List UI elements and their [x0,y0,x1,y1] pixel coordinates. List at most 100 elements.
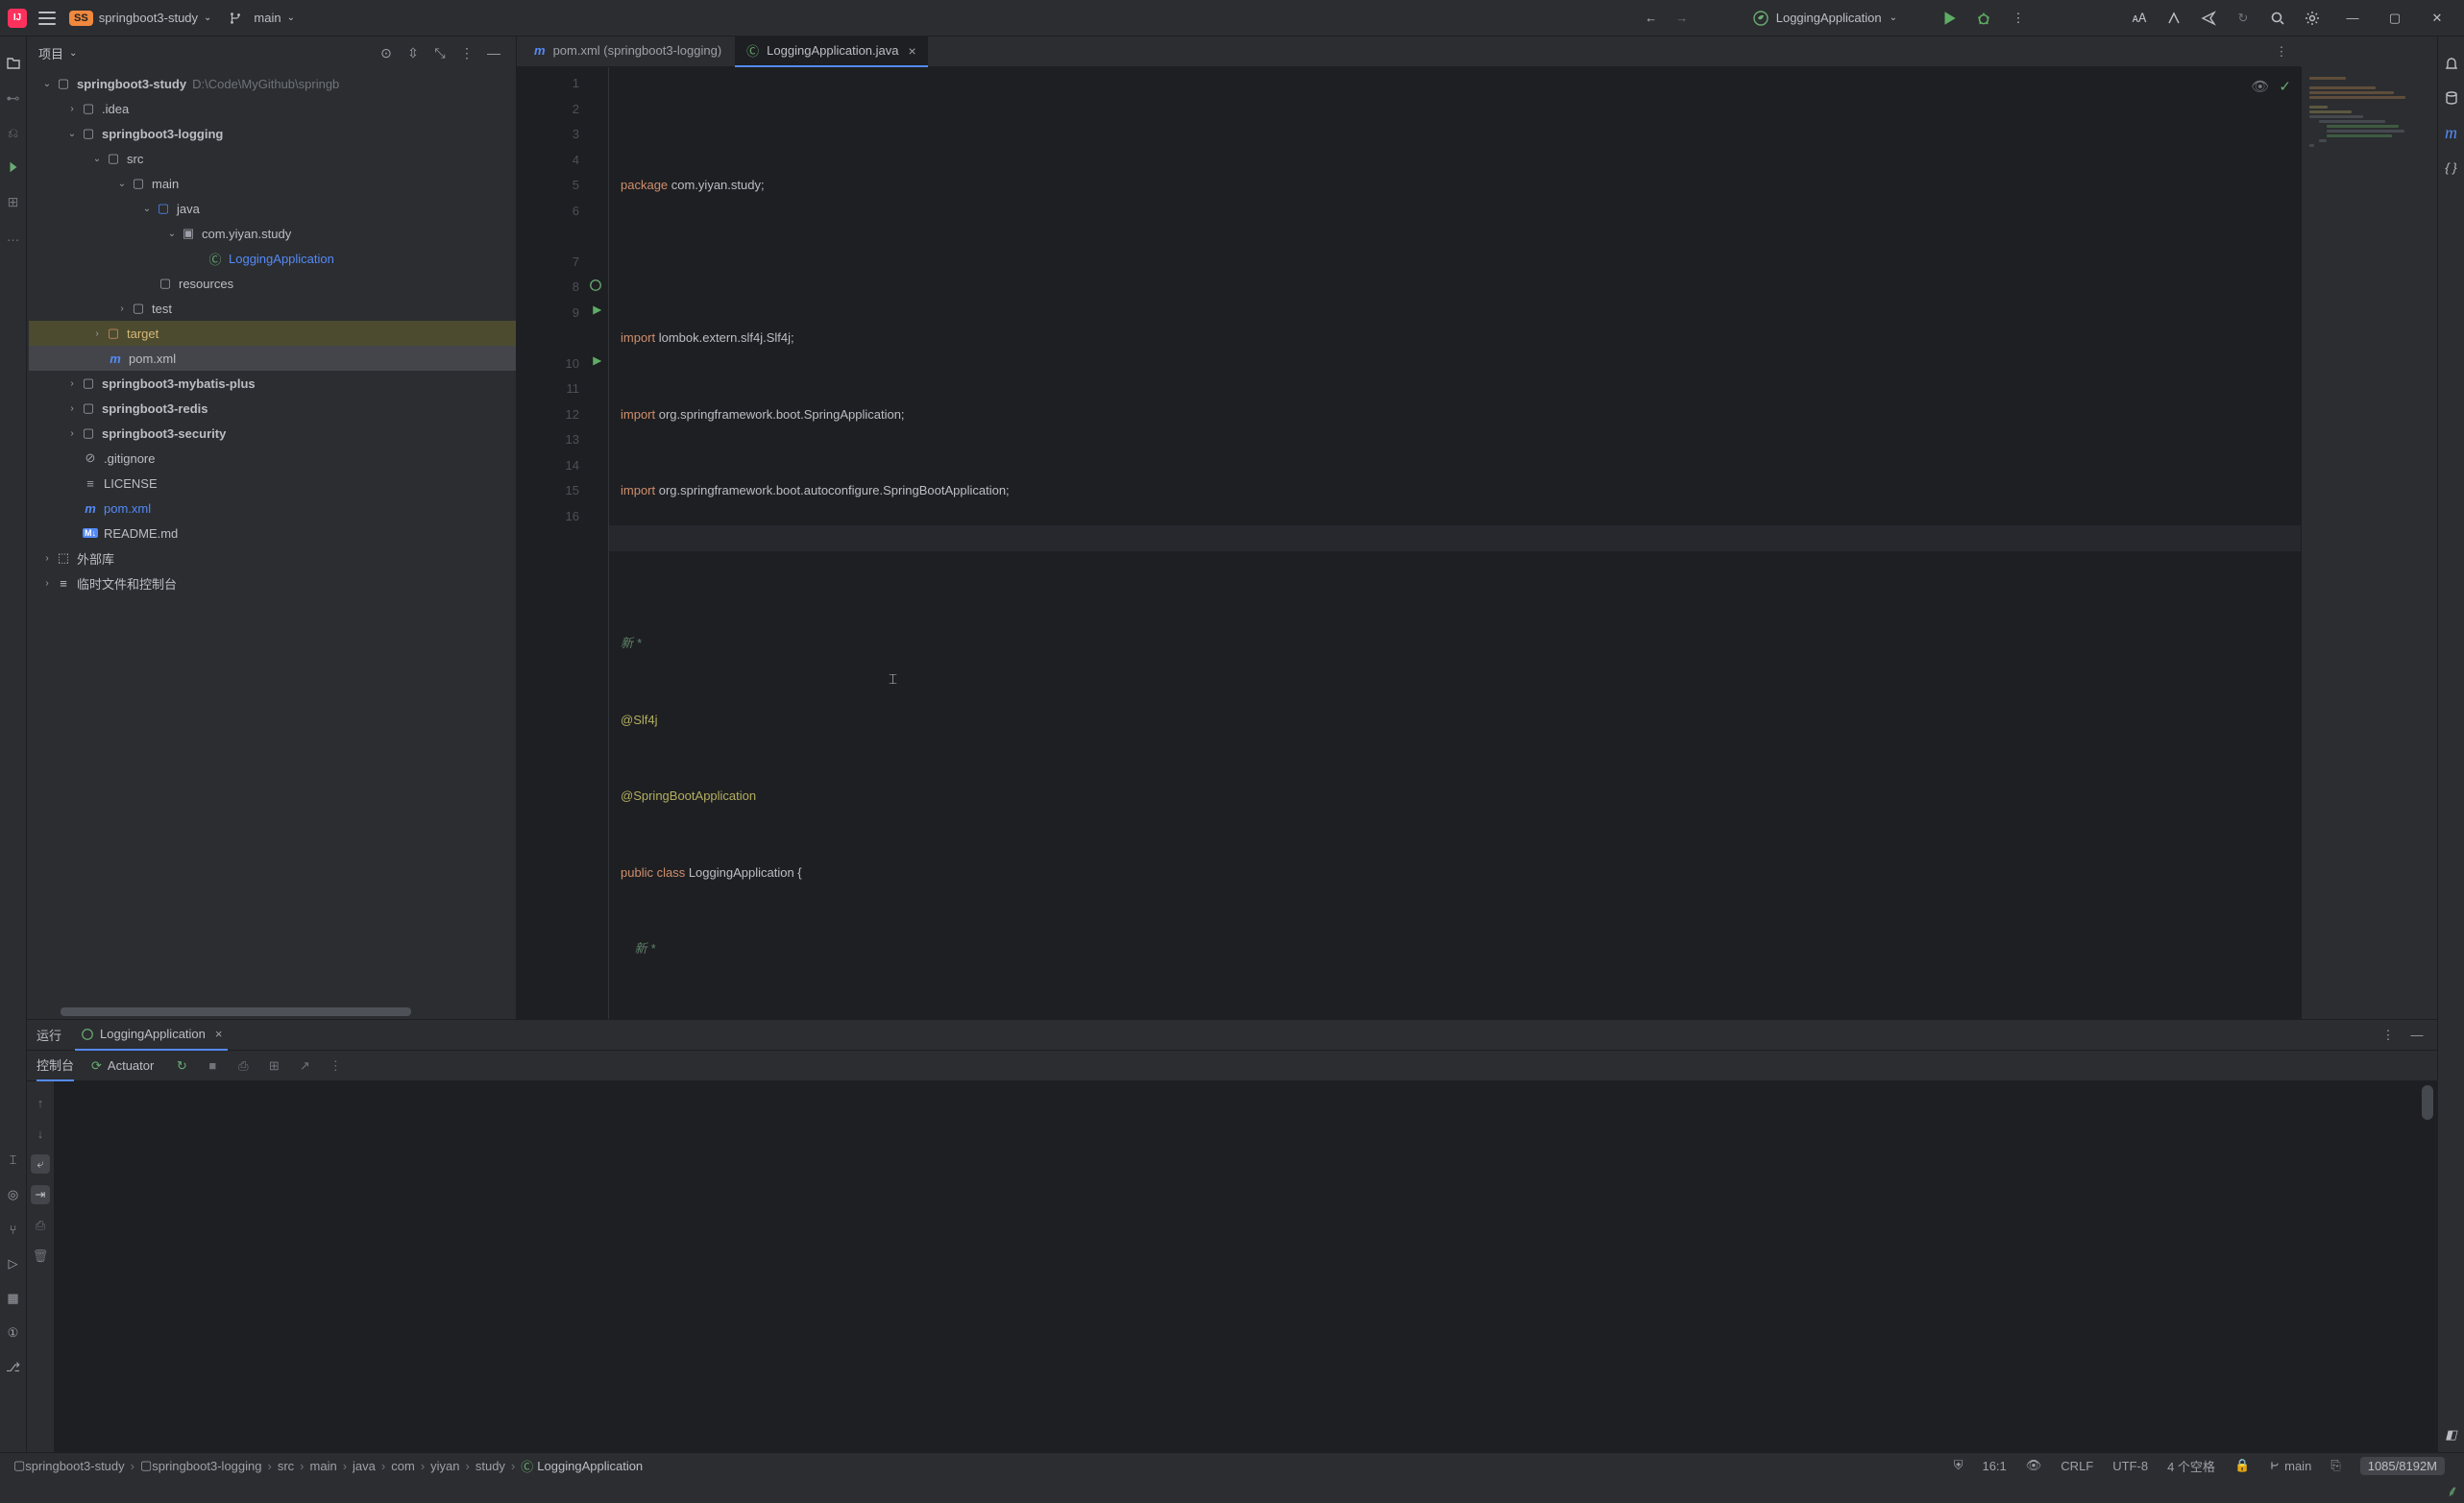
services-tool-icon[interactable]: ▦ [4,1289,23,1308]
vertical-scrollbar[interactable] [2422,1085,2433,1120]
close-button[interactable]: ✕ [2418,7,2456,30]
tree-file[interactable]: README.md [104,526,178,541]
chevron-down-icon[interactable]: ⌄ [287,12,295,23]
layout-icon[interactable]: ⊞ [263,1055,284,1077]
project-tool-icon[interactable] [4,54,23,73]
caret-position[interactable]: 16:1 [1982,1459,2006,1473]
actuator-tab[interactable]: ⟳Actuator [91,1051,154,1081]
terminal-tool-icon[interactable]: ⌶ [4,1151,23,1170]
rerun-icon[interactable]: ↻ [171,1055,192,1077]
tree-item[interactable]: resources [179,277,233,291]
gutter-bean-icon[interactable] [589,279,602,292]
maven-tool-icon[interactable]: m [2442,123,2461,142]
tree-external-libs[interactable]: 外部库 [77,549,114,568]
translate-icon[interactable]: 🗚 [2126,7,2153,30]
hide-toolwindow-icon[interactable]: — [483,42,504,63]
notifications-icon[interactable] [2442,54,2461,73]
chevron-down-icon[interactable]: ⌄ [204,12,211,23]
padlock-icon[interactable]: ⎘ [2330,1458,2340,1473]
tree-scratches[interactable]: 临时文件和控制台 [77,574,177,593]
hide-toolwindow-icon[interactable]: — [2406,1025,2427,1046]
database-tool-icon[interactable] [2442,88,2461,108]
soft-wrap-icon[interactable]: ⤶ [31,1154,50,1174]
line-separator[interactable]: CRLF [2061,1459,2093,1473]
close-tab-icon[interactable]: × [215,1027,223,1041]
clear-icon[interactable]: 🗑 [31,1247,50,1266]
chevron-down-icon[interactable]: ⌄ [69,48,77,59]
nav-back-button[interactable]: ← [1638,7,1665,30]
exit-icon[interactable]: ↗ [294,1055,315,1077]
search-icon[interactable] [2264,7,2291,30]
minimize-button[interactable]: — [2333,7,2372,30]
redo-icon[interactable]: ↻ [2230,7,2257,30]
stop-icon[interactable]: ■ [202,1055,223,1077]
reader-mode-icon[interactable]: 👁 [2251,75,2269,101]
dump-icon[interactable]: ⎙ [232,1055,254,1077]
inspection-ok-icon[interactable]: ✓ [2279,75,2291,101]
breadcrumb[interactable]: ▢ springboot3-study› ▢ springboot3-loggi… [10,1457,646,1475]
tree-item[interactable]: springboot3-security [102,426,226,441]
tree-item[interactable]: springboot3-redis [102,401,208,416]
vcs-tool-icon[interactable]: ⎇ [4,1358,23,1377]
tree-item[interactable]: main [152,177,179,191]
right-bottom-icon[interactable]: ◧ [2442,1425,2461,1444]
tree-item[interactable]: src [127,152,143,166]
tree-item[interactable]: test [152,302,172,316]
run-tab[interactable]: LoggingApplication × [75,1020,228,1051]
todo-tool-icon[interactable]: ① [4,1323,23,1343]
gradle-tool-icon[interactable]: { } [2442,158,2461,177]
tree-file[interactable]: LICENSE [104,476,158,491]
send-icon[interactable] [2195,7,2222,30]
locate-icon[interactable]: ⊙ [376,42,397,63]
tab-list-icon[interactable]: ⋮ [2270,40,2293,63]
expand-all-icon[interactable]: ⇳ [403,42,424,63]
more-actions-button[interactable]: ⋮ [2005,7,2032,30]
console-output[interactable] [54,1081,2437,1453]
tree-file-app[interactable]: LoggingApplication [229,252,334,266]
settings-icon[interactable] [2299,7,2326,30]
file-encoding[interactable]: UTF-8 [2112,1459,2148,1473]
git-tool-icon[interactable]: ⑂ [4,1220,23,1239]
more-tool-icon[interactable]: … [4,227,23,246]
more-icon[interactable]: ⋮ [325,1055,346,1077]
scroll-to-top-icon[interactable]: ↑ [31,1093,50,1112]
horizontal-scrollbar[interactable] [61,1007,411,1016]
print-icon[interactable]: ⎙ [31,1216,50,1235]
status-shield-icon[interactable]: ⛨ [1954,1458,1964,1473]
console-tab[interactable]: 控制台 [37,1051,74,1081]
bottom-leaf-icon[interactable]: ⸙ [2447,1480,2458,1501]
gutter-run-icon[interactable] [591,355,602,367]
run-settings-icon[interactable]: ⋮ [2378,1025,2399,1046]
scroll-output-icon[interactable]: ⇥ [31,1185,50,1204]
maximize-button[interactable]: ▢ [2376,7,2414,30]
debug-button[interactable] [1970,7,1997,30]
run-configuration[interactable]: LoggingApplication ⌄ [1745,9,1922,28]
git-branch-status[interactable]: main [2269,1459,2311,1473]
gutter-run-icon[interactable] [591,304,602,316]
run-button[interactable] [1936,7,1963,30]
toolwindow-settings-icon[interactable]: ⋮ [456,42,477,63]
collapse-all-icon[interactable]: ⤡ [429,42,451,63]
editor-code[interactable]: 👁 ✓ package com.yiyan.study; import lomb… [609,67,2301,1019]
tree-item[interactable]: com.yiyan.study [202,227,291,241]
tree-root[interactable]: springboot3-study [77,77,186,91]
structure-tool-icon[interactable] [4,158,23,177]
main-menu-icon[interactable] [38,12,56,25]
branch-name[interactable]: main [254,11,281,25]
editor-minimap[interactable] [2301,67,2437,1019]
indent-settings[interactable]: 4 个空格 [2167,1457,2215,1475]
memory-indicator[interactable]: 1085/8192M [2360,1457,2445,1475]
tree-file[interactable]: .gitignore [104,451,155,466]
project-tree[interactable]: ⌄▢springboot3-studyD:\Code\MyGithub\spri… [27,69,516,1019]
problems-tool-icon[interactable]: ◎ [4,1185,23,1204]
pull-requests-icon[interactable]: ⎌ [4,123,23,142]
tree-file[interactable]: pom.xml [104,501,151,516]
lock-icon[interactable]: 🔒 [2234,1458,2250,1473]
code-with-me-icon[interactable] [2160,7,2187,30]
tree-item-target[interactable]: target [127,327,159,341]
tree-item[interactable]: java [177,202,200,216]
tree-item[interactable]: .idea [102,102,129,116]
reader-icon[interactable]: 👁 [2026,1458,2042,1473]
run-tool-icon[interactable]: ▷ [4,1254,23,1273]
editor-tab-active[interactable]: ⒸLoggingApplication.java× [735,36,928,67]
